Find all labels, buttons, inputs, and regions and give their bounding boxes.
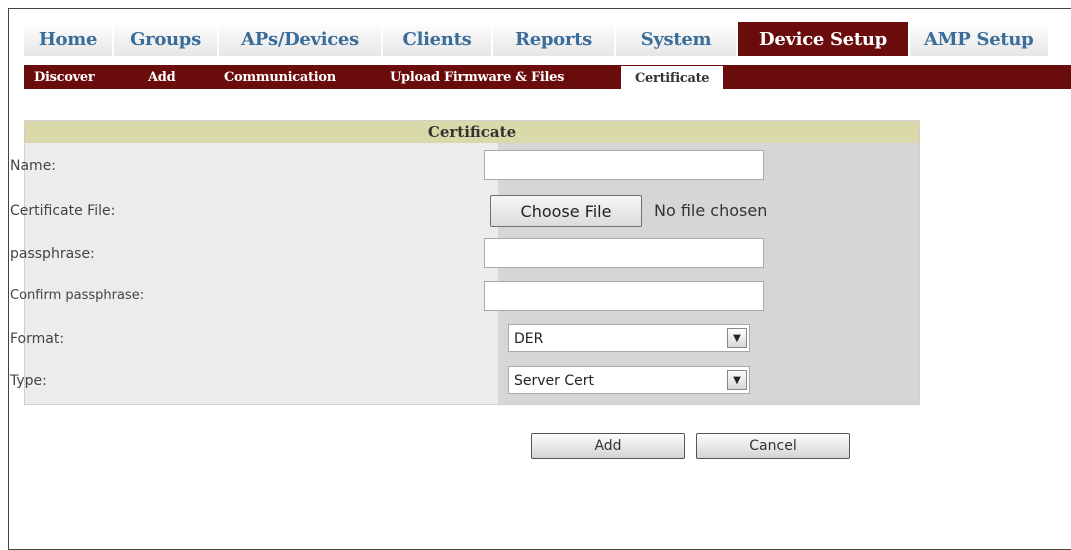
chevron-down-icon: ▼ — [727, 370, 747, 390]
chevron-down-icon: ▼ — [727, 328, 747, 348]
certificate-file-label: Certificate File: — [10, 203, 116, 219]
format-select[interactable]: DER ▼ — [508, 324, 750, 352]
cancel-button[interactable]: Cancel — [696, 433, 850, 459]
add-button[interactable]: Add — [531, 433, 685, 459]
name-label: Name: — [10, 158, 57, 174]
tab-clients[interactable]: Clients — [383, 22, 493, 56]
tab-system[interactable]: System — [616, 22, 738, 56]
certificate-form: Certificate — [24, 120, 920, 405]
confirm-passphrase-input[interactable] — [484, 281, 764, 311]
main-nav: Home Groups APs/Devices Clients Reports … — [24, 22, 1071, 56]
form-input-column — [498, 143, 919, 404]
name-input[interactable] — [484, 150, 764, 180]
tab-reports[interactable]: Reports — [493, 22, 616, 56]
tab-aps-devices[interactable]: APs/Devices — [219, 22, 383, 56]
choose-file-button[interactable]: Choose File — [490, 195, 642, 227]
sub-nav: Discover Add Communication Upload Firmwa… — [24, 65, 1071, 90]
format-select-value: DER — [514, 331, 544, 347]
tab-device-setup[interactable]: Device Setup — [738, 22, 910, 56]
confirm-passphrase-label: Confirm passphrase: — [10, 288, 145, 303]
form-title: Certificate — [25, 121, 919, 143]
format-label: Format: — [10, 331, 65, 347]
subtab-certificate[interactable]: Certificate — [621, 66, 724, 90]
passphrase-input[interactable] — [484, 238, 764, 268]
tab-groups[interactable]: Groups — [114, 22, 219, 56]
tab-home[interactable]: Home — [24, 22, 114, 56]
subtab-upload-firmware[interactable]: Upload Firmware & Files — [390, 65, 564, 89]
type-select[interactable]: Server Cert ▼ — [508, 366, 750, 394]
no-file-chosen-text: No file chosen — [654, 201, 768, 220]
tab-amp-setup[interactable]: AMP Setup — [910, 22, 1050, 56]
type-label: Type: — [10, 373, 47, 389]
subtab-communication[interactable]: Communication — [224, 65, 336, 89]
passphrase-label: passphrase: — [10, 246, 95, 262]
subtab-discover[interactable]: Discover — [34, 65, 95, 89]
type-select-value: Server Cert — [514, 373, 594, 389]
subtab-add[interactable]: Add — [148, 65, 176, 89]
